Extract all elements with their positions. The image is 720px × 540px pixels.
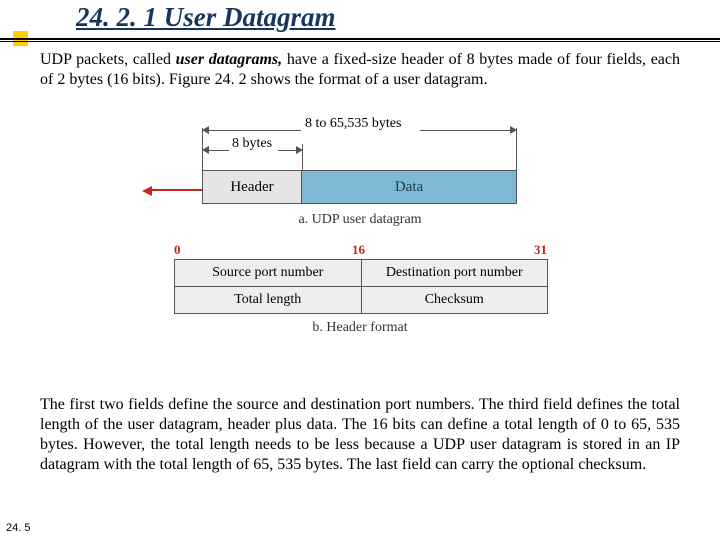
red-arrow-shaft — [152, 189, 202, 191]
intro-text-pre: UDP packets, called — [40, 51, 176, 68]
page-number: 24. 5 — [6, 522, 30, 534]
field-len: Total length — [174, 287, 362, 314]
page-title: 24. 2. 1 User Datagram — [76, 2, 336, 33]
arrowhead — [202, 146, 209, 154]
field-dst: Destination port number — [362, 259, 549, 287]
line — [420, 130, 510, 131]
arrowhead — [202, 126, 209, 134]
body-paragraph: The first two fields define the source a… — [40, 395, 680, 475]
line — [278, 150, 296, 151]
field-src: Source port number — [174, 259, 362, 287]
range-total-label: 8 to 65,535 bytes — [305, 116, 401, 132]
bit-labels: 0 16 31 — [160, 242, 560, 258]
udp-diagram: 8 to 65,535 bytes 8 bytes Header Data a.… — [160, 120, 560, 336]
tick — [516, 128, 517, 170]
intro-paragraph: UDP packets, called user datagrams, have… — [40, 50, 680, 90]
arrowhead — [510, 126, 517, 134]
bit-16: 16 — [352, 242, 365, 258]
line — [209, 130, 301, 131]
field-chk: Checksum — [362, 287, 549, 314]
datagram-boxes: Header Data — [160, 170, 560, 206]
header-box: Header — [202, 170, 302, 204]
arrowhead — [296, 146, 303, 154]
bit-31: 31 — [534, 242, 547, 258]
intro-text-emph: user datagrams, — [176, 51, 282, 68]
range-header-label: 8 bytes — [232, 136, 272, 152]
caption-a: a. UDP user datagram — [160, 212, 560, 228]
red-arrow-head — [142, 186, 152, 196]
line — [209, 150, 229, 151]
caption-b: b. Header format — [160, 320, 560, 336]
header-format-table: Source port number Destination port numb… — [174, 259, 548, 314]
bit-0: 0 — [174, 242, 181, 258]
horizontal-rule — [0, 38, 720, 40]
data-box: Data — [301, 170, 517, 204]
range-brackets: 8 to 65,535 bytes 8 bytes — [160, 120, 560, 170]
